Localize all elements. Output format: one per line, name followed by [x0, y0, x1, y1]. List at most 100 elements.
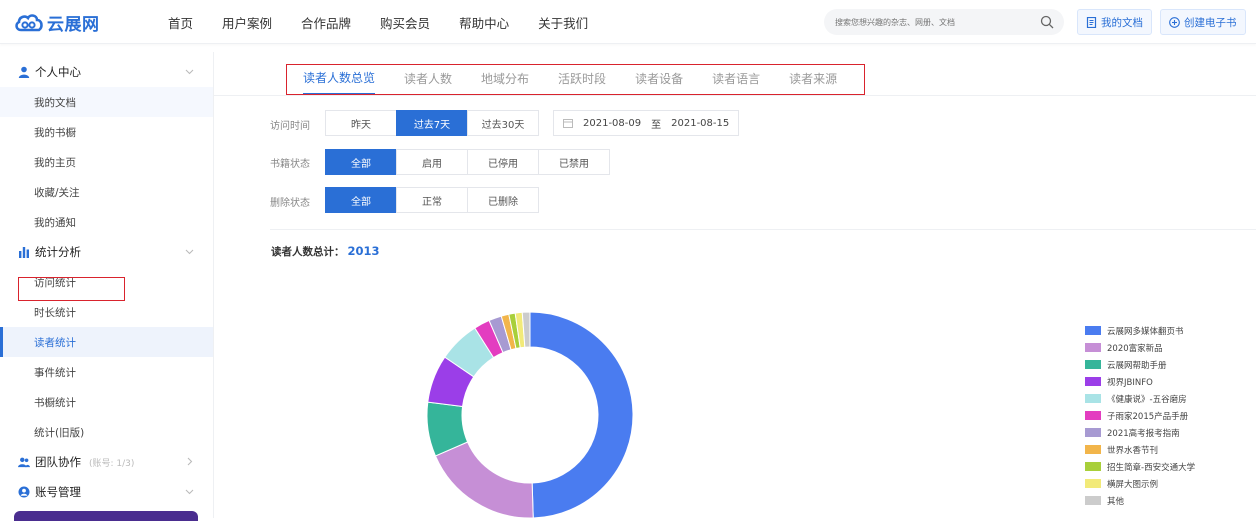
- main-nav: 首页 用户案例 合作品牌 购买会员 帮助中心 关于我们: [168, 0, 617, 44]
- sidebar-item-stats-legacy[interactable]: 统计(旧版): [0, 417, 213, 447]
- create-ebook-button[interactable]: 创建电子书: [1160, 9, 1246, 35]
- sidebar-group-label: 账号管理: [35, 485, 81, 499]
- date-start[interactable]: 2021-08-09: [583, 118, 641, 129]
- sidebar-group-label: 团队协作: [35, 455, 81, 469]
- search-icon[interactable]: [1040, 15, 1054, 29]
- search-box: [824, 9, 1064, 35]
- sidebar-group-stats[interactable]: 统计分析: [0, 237, 213, 267]
- legend-item[interactable]: 其他: [1085, 492, 1195, 509]
- book-status-label: 书籍状态: [270, 159, 310, 170]
- delete-status-label: 删除状态: [270, 198, 310, 209]
- legend-swatch: [1085, 428, 1101, 437]
- user-icon: [18, 66, 30, 78]
- chevron-down-icon: [185, 69, 194, 75]
- highlight-box-tabs: [286, 64, 865, 95]
- sidebar-item-event-stats[interactable]: 事件统计: [0, 357, 213, 387]
- nav-brands[interactable]: 合作品牌: [301, 13, 351, 32]
- sidebar-item-label: 我的主页: [34, 156, 76, 169]
- tabs-divider: [214, 95, 1256, 96]
- brand-name: 云展网: [47, 14, 100, 35]
- calendar-icon: [563, 119, 573, 128]
- create-ebook-label: 创建电子书: [1184, 16, 1237, 29]
- top-navbar: 云展网 首页 用户案例 合作品牌 购买会员 帮助中心 关于我们 我的文档 创建电…: [0, 0, 1256, 44]
- nav-help[interactable]: 帮助中心: [459, 13, 509, 32]
- bar-chart-icon: [19, 247, 29, 258]
- sidebar-item-my-bookshelf[interactable]: 我的书橱: [0, 117, 213, 147]
- legend-label: 横屏大图示例: [1107, 479, 1159, 490]
- legend-swatch: [1085, 377, 1101, 386]
- sidebar-item-bookshelf-stats[interactable]: 书橱统计: [0, 387, 213, 417]
- team-account-count: (账号: 1/3): [89, 458, 135, 469]
- legend-swatch: [1085, 360, 1101, 369]
- my-docs-label: 我的文档: [1101, 16, 1143, 29]
- date-separator: 至: [651, 119, 662, 131]
- search-input[interactable]: [835, 17, 1035, 27]
- brand-logo[interactable]: 云展网: [14, 9, 100, 35]
- cloud-icon: [15, 14, 43, 32]
- reader-total-value: 2013: [347, 244, 380, 258]
- highlight-box-reader-stats: [18, 277, 125, 301]
- legend-item[interactable]: 《健康说》-五谷磨房: [1085, 390, 1195, 407]
- option-delete-deleted[interactable]: 已删除: [467, 187, 539, 213]
- legend-swatch: [1085, 496, 1101, 505]
- sidebar-group-personal[interactable]: 个人中心: [0, 57, 213, 87]
- chevron-right-icon: [187, 457, 193, 466]
- sidebar-group-label: 统计分析: [35, 245, 81, 259]
- sidebar-group-account[interactable]: 账号管理: [0, 477, 213, 507]
- sidebar-item-notifications[interactable]: 我的通知: [0, 207, 213, 237]
- legend-label: 2020富家新品: [1107, 343, 1163, 354]
- legend-label: 云展网帮助手册: [1107, 360, 1167, 371]
- promo-banner[interactable]: [14, 511, 198, 521]
- account-icon: [18, 486, 30, 498]
- option-book-stopped[interactable]: 已停用: [467, 149, 539, 175]
- visit-time-label: 访问时间: [270, 121, 310, 132]
- legend-swatch: [1085, 343, 1101, 352]
- option-book-disabled[interactable]: 已禁用: [538, 149, 610, 175]
- option-book-all[interactable]: 全部: [325, 149, 397, 175]
- legend-item[interactable]: 世界水香节刊: [1085, 441, 1195, 458]
- nav-cases[interactable]: 用户案例: [222, 13, 272, 32]
- option-yesterday[interactable]: 昨天: [325, 110, 397, 136]
- sidebar-item-reader-stats[interactable]: 读者统计: [0, 327, 213, 357]
- legend-item[interactable]: 视界JBINFO: [1085, 373, 1195, 390]
- reader-total-label: 读者人数总计：: [271, 246, 345, 258]
- sidebar-item-label: 收藏/关注: [34, 186, 80, 199]
- legend-swatch: [1085, 411, 1101, 420]
- legend-item[interactable]: 2020富家新品: [1085, 339, 1195, 356]
- sidebar-item-label: 我的文档: [34, 96, 76, 109]
- legend-item[interactable]: 云展网帮助手册: [1085, 356, 1195, 373]
- donut-slice-0[interactable]: [529, 311, 634, 519]
- nav-about[interactable]: 关于我们: [538, 13, 588, 32]
- sidebar-item-label: 书橱统计: [34, 396, 76, 409]
- legend-item[interactable]: 2021高考报考指南: [1085, 424, 1195, 441]
- date-end[interactable]: 2021-08-15: [671, 118, 729, 129]
- legend-item[interactable]: 子雨家2015产品手册: [1085, 407, 1195, 424]
- document-icon: [1086, 16, 1097, 28]
- plus-circle-icon: [1169, 16, 1180, 28]
- legend-item[interactable]: 云展网多媒体翻页书: [1085, 322, 1195, 339]
- donut-slice-1[interactable]: [434, 441, 534, 519]
- option-book-enabled[interactable]: 启用: [396, 149, 468, 175]
- legend-label: 子雨家2015产品手册: [1107, 411, 1189, 422]
- option-last-30-days[interactable]: 过去30天: [467, 110, 539, 136]
- sidebar-item-favorites[interactable]: 收藏/关注: [0, 177, 213, 207]
- option-delete-normal[interactable]: 正常: [396, 187, 468, 213]
- nav-membership[interactable]: 购买会员: [380, 13, 430, 32]
- sidebar-item-duration-stats[interactable]: 时长统计: [0, 297, 213, 327]
- legend-label: 2021高考报考指南: [1107, 428, 1180, 439]
- nav-home[interactable]: 首页: [168, 13, 193, 32]
- legend-item[interactable]: 招生简章-西安交通大学: [1085, 458, 1195, 475]
- chevron-down-icon: [185, 249, 194, 255]
- option-last-7-days[interactable]: 过去7天: [396, 110, 468, 136]
- team-icon: [18, 457, 30, 468]
- option-delete-all[interactable]: 全部: [325, 187, 397, 213]
- legend-item[interactable]: 横屏大图示例: [1085, 475, 1195, 492]
- date-range-picker[interactable]: 2021-08-09 至 2021-08-15: [553, 110, 739, 136]
- sidebar-item-label: 我的通知: [34, 216, 76, 229]
- sidebar-item-my-homepage[interactable]: 我的主页: [0, 147, 213, 177]
- sidebar-group-team[interactable]: 团队协作 (账号: 1/3): [0, 447, 213, 477]
- sidebar-item-label: 事件统计: [34, 366, 76, 379]
- my-docs-button[interactable]: 我的文档: [1077, 9, 1152, 35]
- sidebar-item-my-docs[interactable]: 我的文档: [0, 87, 213, 117]
- chevron-down-icon: [185, 489, 194, 495]
